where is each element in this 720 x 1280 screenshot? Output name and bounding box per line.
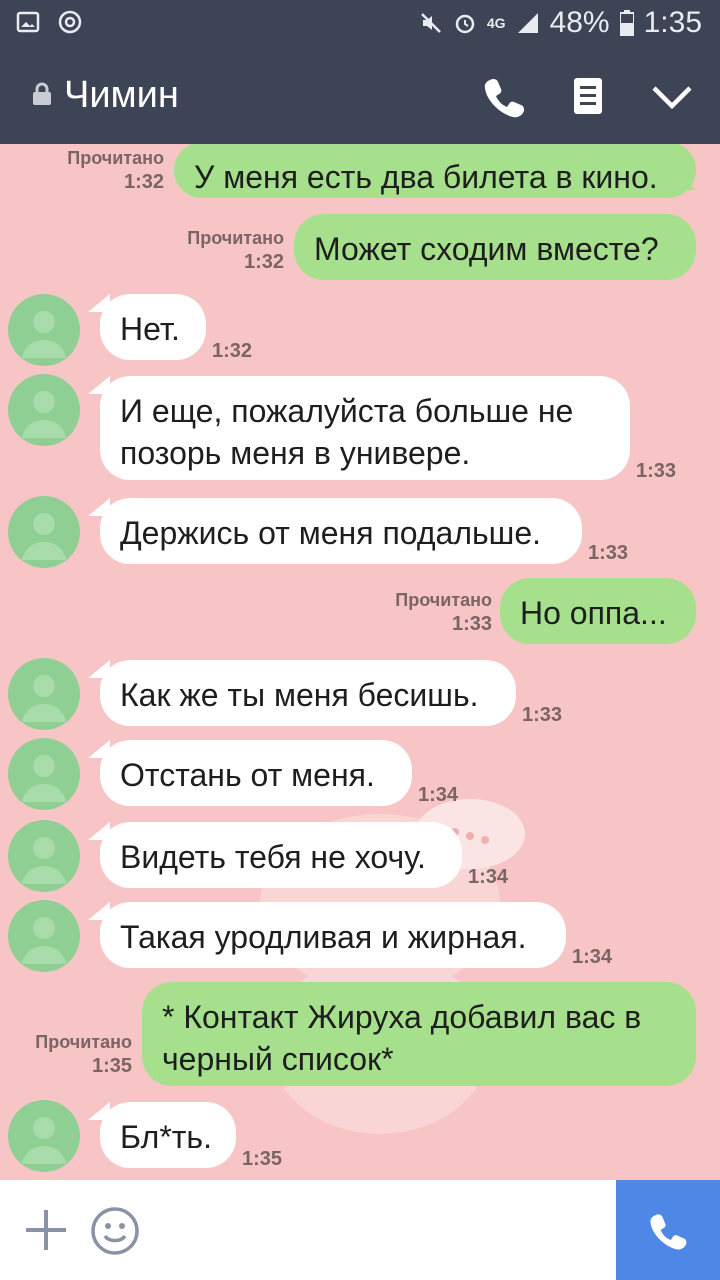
- user-silhouette-icon: [22, 311, 66, 358]
- message-incoming[interactable]: Отстань от меня.: [100, 740, 412, 806]
- message-outgoing[interactable]: У меня есть два билета в кино.: [174, 144, 696, 198]
- battery-icon: [619, 10, 634, 36]
- contact-name: Чимин: [64, 74, 179, 116]
- message-time: 1:34: [418, 784, 459, 806]
- emoji-icon[interactable]: [90, 1206, 140, 1256]
- note-icon[interactable]: [564, 72, 612, 120]
- input-bar: [0, 1180, 720, 1280]
- avatar[interactable]: [8, 658, 80, 730]
- network-type: 4G: [486, 15, 506, 31]
- clock: 1:35: [643, 6, 702, 39]
- gallery-icon: [16, 11, 40, 33]
- user-silhouette-icon: [22, 1117, 66, 1164]
- read-status: Прочитано 1:35: [35, 1032, 132, 1077]
- user-silhouette-icon: [22, 513, 66, 560]
- signal-icon: [517, 13, 538, 33]
- avatar[interactable]: [8, 374, 80, 446]
- status-bar: 4G 48% 1:35: [0, 0, 720, 48]
- lock-icon: [33, 82, 51, 105]
- user-silhouette-icon: [22, 391, 66, 438]
- avatar[interactable]: [8, 294, 80, 366]
- message-incoming[interactable]: И еще, пожалуйста больше не позорь меня …: [100, 376, 630, 480]
- chat-header: Чимин: [0, 48, 720, 144]
- user-silhouette-icon: [22, 917, 66, 964]
- user-silhouette-icon: [22, 755, 66, 802]
- alarm-icon: [455, 14, 475, 34]
- message-time: 1:33: [636, 460, 677, 482]
- message-incoming[interactable]: Видеть тебя не хочу.: [100, 822, 462, 888]
- chevron-down-icon[interactable]: [648, 72, 696, 120]
- chrome-icon: [58, 10, 82, 34]
- avatar[interactable]: [8, 1100, 80, 1172]
- message-incoming[interactable]: Бл*ть.: [100, 1102, 236, 1168]
- message-outgoing[interactable]: Но оппа...: [500, 578, 696, 644]
- user-silhouette-icon: [22, 675, 66, 722]
- mute-icon: [420, 13, 441, 33]
- avatar[interactable]: [8, 820, 80, 892]
- message-incoming[interactable]: Держись от меня подальше.: [100, 498, 582, 564]
- message-time: 1:33: [588, 542, 629, 564]
- read-status: Прочитано 1:33: [395, 590, 492, 635]
- message-time: 1:35: [242, 1148, 283, 1170]
- read-status: Прочитано 1:32: [187, 228, 284, 273]
- message-time: 1:34: [572, 946, 613, 968]
- message-incoming[interactable]: Такая уродливая и жирная.: [100, 902, 566, 968]
- call-button[interactable]: [616, 1180, 720, 1280]
- avatar[interactable]: [8, 496, 80, 568]
- battery-percent: 48%: [549, 6, 610, 39]
- message-incoming[interactable]: Нет.: [100, 294, 206, 360]
- message-time: 1:32: [212, 340, 253, 362]
- phone-icon[interactable]: [480, 72, 528, 120]
- message-time: 1:34: [468, 866, 509, 888]
- read-status: Прочитано 1:32: [67, 148, 164, 193]
- message-outgoing[interactable]: * Контакт Жируха добавил вас в черный сп…: [142, 982, 696, 1086]
- message-time: 1:33: [522, 704, 563, 726]
- plus-icon[interactable]: [22, 1206, 70, 1254]
- message-outgoing[interactable]: Может сходим вместе?: [294, 214, 696, 280]
- user-silhouette-icon: [22, 837, 66, 884]
- chat-area[interactable]: Прочитано 1:32 У меня есть два билета в к…: [0, 144, 720, 1180]
- avatar[interactable]: [8, 738, 80, 810]
- message-incoming[interactable]: Как же ты меня бесишь.: [100, 660, 516, 726]
- avatar[interactable]: [8, 900, 80, 972]
- phone-icon: [650, 1214, 687, 1250]
